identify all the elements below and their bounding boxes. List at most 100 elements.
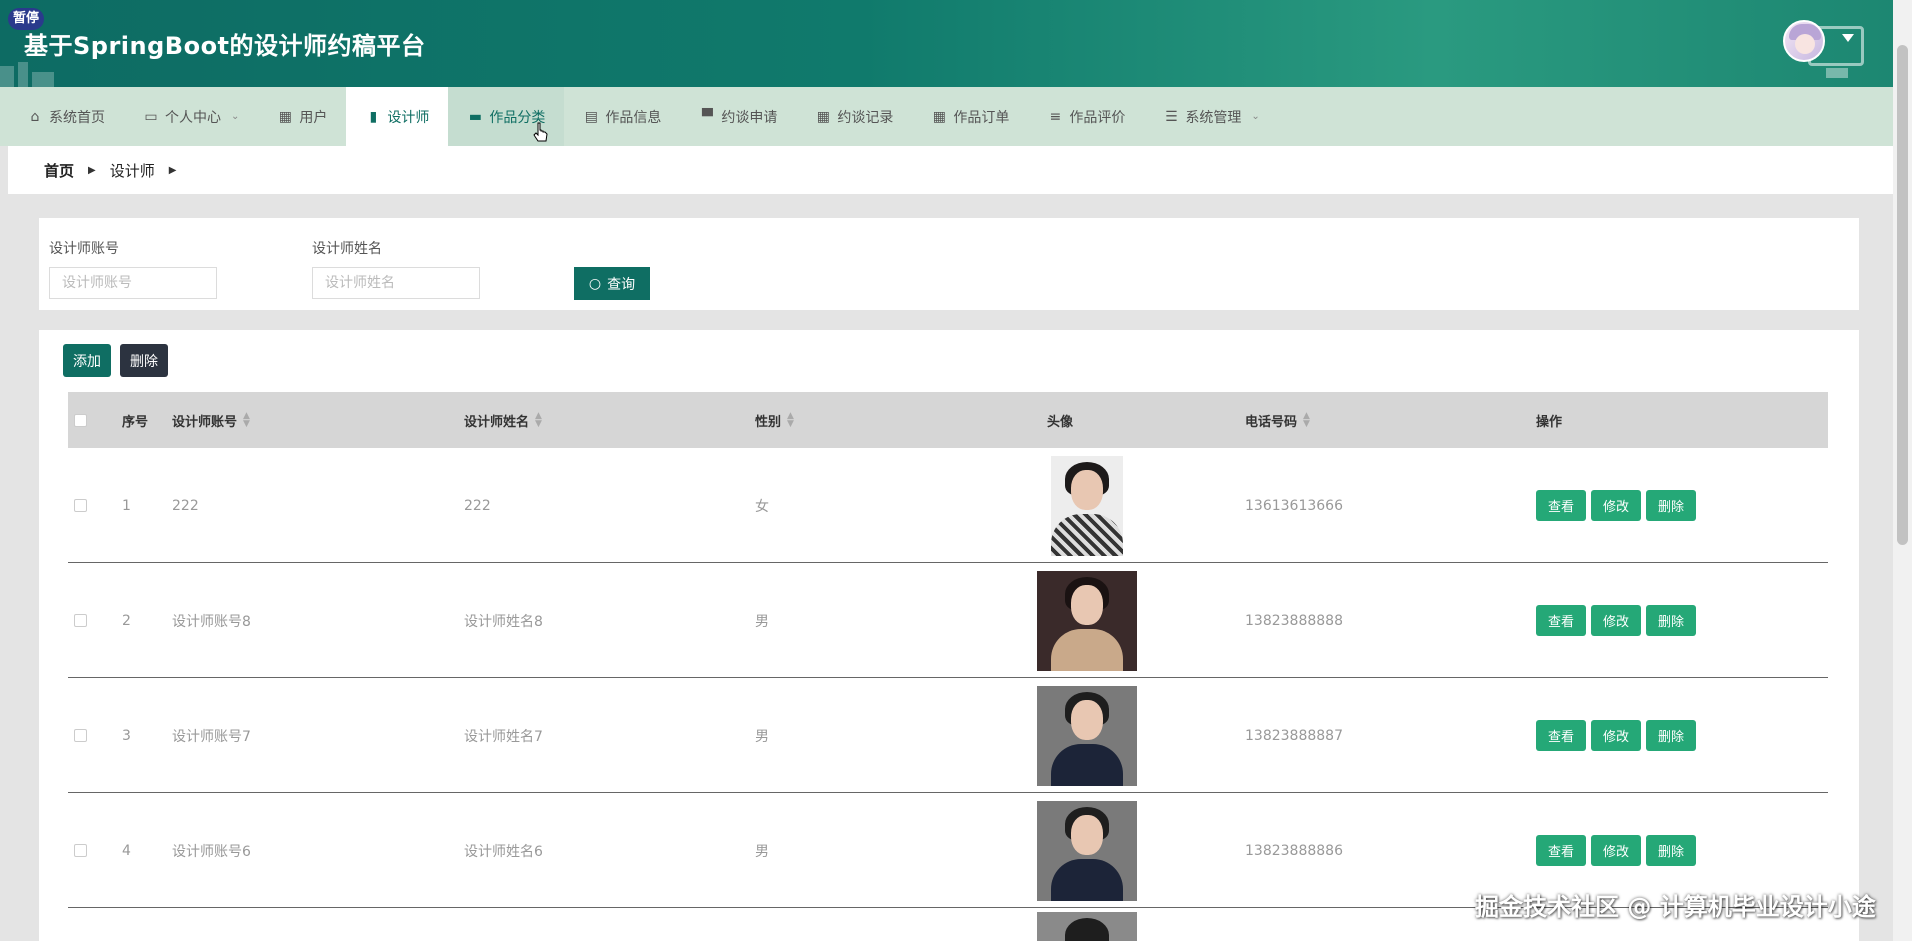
- row-actions: 查看 修改 删除: [1536, 835, 1697, 866]
- nav-item-9[interactable]: ≡ 作品评价: [1028, 87, 1144, 146]
- col-avatar: 头像: [1047, 414, 1074, 430]
- watermark-text: 掘金技术社区 @ 计算机毕业设计小途: [1475, 893, 1876, 921]
- delete-button[interactable]: 删除: [1646, 835, 1697, 866]
- nav-item-1[interactable]: ▭ 个人中心 ⌄: [124, 87, 258, 146]
- query-button-label: 查询: [607, 276, 636, 293]
- chevron-down-icon: ⌄: [1251, 111, 1260, 122]
- view-button[interactable]: 查看: [1536, 490, 1587, 521]
- account-field: 设计师账号: [49, 238, 217, 299]
- row-checkbox[interactable]: [74, 729, 87, 742]
- sort-icon[interactable]: ▲ ▼: [787, 412, 794, 429]
- cell-account: 设计师账号7: [172, 728, 251, 745]
- sort-icon[interactable]: ▲ ▼: [1303, 412, 1310, 429]
- col-gender[interactable]: 性别: [755, 411, 781, 430]
- nav-item-label: 作品信息: [605, 109, 662, 126]
- nav-item-0[interactable]: ⌂ 系统首页: [8, 87, 124, 146]
- breadcrumb-separator-icon: ▶: [168, 164, 177, 176]
- avatar-photo[interactable]: [1037, 912, 1137, 941]
- calendar-icon: ▭: [144, 108, 158, 125]
- bar-chart-icon: ▮: [369, 108, 378, 125]
- search-panel: 设计师账号 设计师姓名 ○ 查询: [39, 218, 1859, 310]
- breadcrumb-home[interactable]: 首页: [44, 160, 74, 181]
- cell-index: 2: [122, 612, 131, 629]
- briefcase-icon: ▬: [468, 108, 482, 125]
- delete-button[interactable]: 删除: [1646, 490, 1697, 521]
- cell-index: 4: [122, 842, 131, 859]
- view-button[interactable]: 查看: [1536, 835, 1587, 866]
- cell-account: 222: [172, 497, 199, 514]
- account-input[interactable]: [49, 267, 217, 299]
- scrollbar-thumb[interactable]: [1897, 45, 1908, 545]
- cell-name: 设计师姓名7: [464, 728, 543, 745]
- nav-item-label: 系统管理: [1185, 109, 1242, 126]
- nav-item-label: 个人中心: [165, 109, 221, 126]
- name-input[interactable]: [312, 267, 480, 299]
- user-avatar[interactable]: [1783, 20, 1825, 62]
- clipboard-icon: ▤: [584, 108, 598, 125]
- table-header: 序号 设计师账号 ▲ ▼ 设计师姓名 ▲ ▼ 性别 ▲ ▼ 头像 电话号码 ▲ ▼ 操作: [68, 392, 1828, 448]
- home-icon: ⌂: [30, 108, 40, 125]
- nav-item-2[interactable]: ▦ 用户: [258, 87, 346, 146]
- col-account[interactable]: 设计师账号: [172, 411, 237, 430]
- table-body: 1 222 222 女 13613613666 查看 修改 删除 2 设计师账号8 设计师姓名8 男 1…: [68, 448, 1828, 941]
- designer-table: 序号 设计师账号 ▲ ▼ 设计师姓名 ▲ ▼ 性别 ▲ ▼ 头像 电话号码 ▲ ▼ 操作 1 22…: [68, 392, 1828, 941]
- add-button[interactable]: 添加: [63, 344, 111, 377]
- view-button[interactable]: 查看: [1536, 605, 1587, 636]
- user-menu-caret-icon[interactable]: [1842, 34, 1854, 42]
- nav-item-label: 约谈记录: [837, 109, 894, 126]
- row-checkbox[interactable]: [74, 614, 87, 627]
- grid-icon: ▦: [278, 108, 292, 125]
- avatar-photo[interactable]: [1051, 455, 1123, 556]
- nav-item-label: 约谈申请: [721, 109, 778, 126]
- nav-item-label: 系统首页: [49, 109, 105, 126]
- cell-account: 设计师账号8: [172, 613, 251, 630]
- col-index: 序号: [122, 414, 149, 430]
- avatar-photo[interactable]: [1037, 800, 1137, 901]
- delete-button[interactable]: 删除: [1646, 605, 1697, 636]
- monitor-stand-decoration: [1826, 68, 1848, 78]
- nav-item-7[interactable]: ▦ 约谈记录: [796, 87, 912, 146]
- nav-item-6[interactable]: ▀ 约谈申请: [680, 87, 796, 146]
- col-phone[interactable]: 电话号码: [1245, 411, 1297, 430]
- row-actions: 查看 修改 删除: [1536, 720, 1697, 751]
- sort-icon[interactable]: ▲ ▼: [243, 412, 250, 429]
- edit-button[interactable]: 修改: [1591, 835, 1642, 866]
- cell-phone: 13613613666: [1245, 497, 1343, 514]
- edit-button[interactable]: 修改: [1591, 490, 1642, 521]
- bulk-delete-button[interactable]: 删除: [120, 344, 168, 377]
- nav-item-3[interactable]: ▮ 设计师: [346, 87, 449, 146]
- cell-index: 3: [122, 727, 131, 744]
- row-checkbox[interactable]: [74, 499, 87, 512]
- chevron-down-icon: ⌄: [231, 111, 240, 122]
- main-nav: ⌂ 系统首页 ▭ 个人中心 ⌄ ▦ 用户 ▮ 设计师 ▬ 作品分类 ▤ 作品信息 ▀ 约谈申请 ▦ 约谈记录 ▦ 作…: [0, 87, 1893, 146]
- cell-name: 设计师姓名8: [464, 613, 543, 630]
- app-header: 暂停 基于SpringBoot的设计师约稿平台: [0, 0, 1912, 87]
- search-icon: ○: [588, 275, 602, 292]
- nav-item-5[interactable]: ▤ 作品信息: [564, 87, 680, 146]
- delete-button[interactable]: 删除: [1646, 720, 1697, 751]
- chat-icon: ▀: [702, 108, 713, 125]
- sort-icon[interactable]: ▲ ▼: [535, 412, 542, 429]
- nav-item-10[interactable]: ☰ 系统管理 ⌄: [1144, 87, 1278, 146]
- select-all-checkbox[interactable]: [74, 413, 87, 427]
- edit-button[interactable]: 修改: [1591, 720, 1642, 751]
- page-scrollbar[interactable]: [1893, 0, 1912, 941]
- row-actions: 查看 修改 删除: [1536, 605, 1697, 636]
- nav-item-8[interactable]: ▦ 作品订单: [912, 87, 1028, 146]
- app-title: 基于SpringBoot的设计师约稿平台: [24, 32, 426, 60]
- row-checkbox[interactable]: [74, 844, 87, 857]
- table-row: 3 设计师账号7 设计师姓名7 男 13823888887 查看 修改 删除: [68, 678, 1828, 793]
- breadcrumb-separator-icon: ▶: [88, 164, 96, 176]
- nav-item-label: 用户: [299, 109, 328, 126]
- avatar-photo[interactable]: [1037, 685, 1137, 786]
- edit-button[interactable]: 修改: [1591, 605, 1642, 636]
- cell-phone: 13823888887: [1245, 727, 1343, 744]
- grid-icon: ▦: [932, 108, 946, 125]
- table-panel: 添加 删除 序号 设计师账号 ▲ ▼ 设计师姓名 ▲ ▼ 性别 ▲ ▼ 头像 电话号码 ▲ ▼ …: [39, 330, 1859, 941]
- cell-gender: 男: [755, 613, 769, 630]
- col-name[interactable]: 设计师姓名: [464, 411, 529, 430]
- view-button[interactable]: 查看: [1536, 720, 1587, 751]
- query-button[interactable]: ○ 查询: [574, 267, 650, 300]
- avatar-photo[interactable]: [1037, 570, 1137, 671]
- nav-item-label: 作品评价: [1069, 109, 1126, 126]
